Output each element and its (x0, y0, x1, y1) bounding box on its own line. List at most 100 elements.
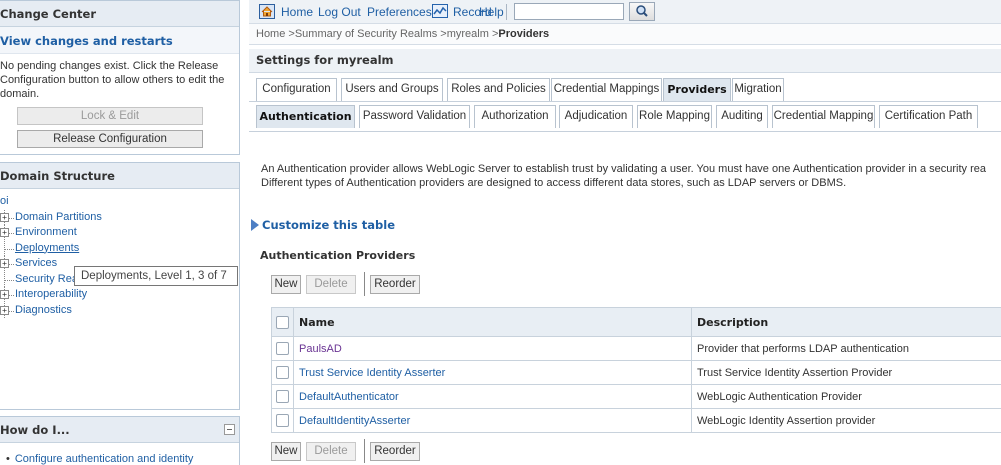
table-row: DefaultAuthenticator WebLogic Authenticat… (271, 384, 1001, 409)
tab-providers[interactable]: Providers (663, 78, 731, 101)
expand-icon[interactable]: + (0, 212, 9, 222)
expand-triangle-icon (251, 219, 259, 231)
tab-roles-and-policies[interactable]: Roles and Policies (447, 78, 550, 101)
record-icon[interactable] (432, 4, 448, 18)
help-link[interactable]: Help (479, 5, 504, 19)
subtab-certification-path[interactable]: Certification Path (879, 105, 978, 128)
breadcrumb: Home >Summary of Security Realms >myreal… (249, 24, 1001, 45)
breadcrumb-current: Providers (498, 28, 550, 40)
provider-name-link[interactable]: PaulsAD (299, 343, 342, 355)
how-do-i-list: Configure authentication and identity (0, 443, 239, 465)
delete-button[interactable]: Delete (306, 442, 356, 461)
tree-item-label[interactable]: Domain Partitions (15, 211, 102, 223)
top-toolbar: Home Log Out Preferences Record Help (249, 0, 1001, 24)
tree-item-environment[interactable]: + Environment (0, 225, 239, 241)
new-button[interactable]: New (271, 275, 301, 294)
provider-description: WebLogic Identity Assertion provider (691, 408, 1001, 433)
expand-icon[interactable]: + (0, 228, 9, 237)
search-icon (636, 5, 648, 17)
tree-item-diagnostics[interactable]: + Diagnostics (0, 302, 239, 319)
table-row: Trust Service Identity Asserter Trust Ser… (271, 360, 1001, 385)
logout-link[interactable]: Log Out (318, 5, 361, 19)
providers-table: Name Description PaulsAD Provider that pe… (271, 307, 1001, 433)
delete-button[interactable]: Delete (306, 275, 356, 294)
select-all-cell (271, 307, 294, 337)
home-icon[interactable] (259, 4, 275, 19)
table-header-row: Name Description (271, 307, 1001, 337)
subtab-password-validation[interactable]: Password Validation (359, 105, 470, 128)
page-title: Settings for myrealm (249, 49, 1001, 73)
subtab-role-mapping[interactable]: Role Mapping (637, 105, 712, 128)
tree-item-domain-partitions[interactable]: + Domain Partitions (0, 209, 239, 226)
tree-item-label[interactable]: Environment (15, 226, 77, 238)
expand-icon[interactable]: + (0, 305, 9, 315)
how-do-i-panel: How do I... Configure authentication and… (0, 416, 240, 465)
search-button[interactable] (629, 2, 655, 21)
description-line-2: Different types of Authentication provid… (261, 177, 847, 189)
home-link[interactable]: Home (281, 5, 313, 19)
main-content: Home Log Out Preferences Record Help Hom… (249, 0, 1001, 465)
table-row: PaulsAD Provider that performs LDAP authe… (271, 336, 1001, 361)
row-checkbox[interactable] (276, 342, 289, 355)
search-input[interactable] (514, 3, 624, 20)
tree-item-interoperability[interactable]: + Interoperability (0, 287, 239, 303)
subtab-auditing[interactable]: Auditing (716, 105, 768, 128)
tree-item-label[interactable]: Security Rea (15, 273, 78, 285)
select-all-checkbox[interactable] (276, 315, 289, 329)
row-checkbox[interactable] (276, 390, 289, 403)
change-center-title: Change Center (0, 1, 239, 27)
tree-item-label[interactable]: Interoperability (15, 288, 87, 300)
provider-description: Trust Service Identity Assertion Provide… (691, 360, 1001, 385)
subtab-adjudication[interactable]: Adjudication (559, 105, 633, 128)
provider-description: Provider that performs LDAP authenticati… (691, 336, 1001, 361)
collapse-icon[interactable] (224, 424, 235, 435)
table-title: Authentication Providers (260, 249, 416, 262)
toolbar-separator (506, 4, 507, 20)
expand-icon[interactable]: + (0, 290, 9, 299)
domain-tree: oi + Domain Partitions + Environment Deploym… (0, 189, 239, 318)
domain-structure-title: Domain Structure (0, 163, 239, 189)
lock-edit-button[interactable]: Lock & Edit (17, 107, 203, 125)
secondary-tabs: Authentication Password Validation Authori… (249, 105, 1001, 132)
view-changes-link[interactable]: View changes and restarts (0, 27, 239, 54)
provider-description: WebLogic Authentication Provider (691, 384, 1001, 409)
tab-configuration[interactable]: Configuration (256, 78, 337, 101)
table-buttons-top: New Delete Reorder (271, 272, 1001, 297)
subtab-credential-mapping[interactable]: Credential Mapping (772, 105, 875, 128)
customize-table-link[interactable]: Customize this table (251, 218, 395, 232)
provider-name-link[interactable]: Trust Service Identity Asserter (299, 367, 445, 379)
provider-name-link[interactable]: DefaultAuthenticator (299, 391, 399, 403)
tree-tooltip: Deployments, Level 1, 3 of 7 (74, 266, 238, 286)
table-buttons-bottom: New Delete Reorder (271, 439, 1001, 464)
subtab-authentication[interactable]: Authentication (256, 105, 355, 128)
tree-item-label[interactable]: Services (15, 257, 57, 269)
description-line-1: An Authentication provider allows WebLog… (261, 163, 986, 175)
row-checkbox[interactable] (276, 414, 289, 427)
provider-name-link[interactable]: DefaultIdentityAsserter (299, 415, 410, 427)
column-header-description[interactable]: Description (691, 307, 1001, 337)
tree-root[interactable]: oi (0, 194, 239, 210)
tree-item-label[interactable]: Deployments (15, 242, 79, 254)
domain-structure-panel: Domain Structure oi + Domain Partitions + E… (0, 162, 240, 410)
tab-migration[interactable]: Migration (732, 78, 784, 101)
column-header-name[interactable]: Name (293, 307, 692, 337)
left-sidebar: Change Center View changes and restarts … (0, 0, 243, 465)
breadcrumb-path[interactable]: Home >Summary of Security Realms >myreal… (256, 28, 498, 40)
row-checkbox[interactable] (276, 366, 289, 379)
tab-credential-mappings[interactable]: Credential Mappings (551, 78, 662, 101)
how-do-i-title: How do I... (0, 417, 239, 443)
tree-item-label[interactable]: Diagnostics (15, 304, 72, 316)
reorder-button[interactable]: Reorder (370, 442, 420, 461)
new-button[interactable]: New (271, 442, 301, 461)
subtab-authorization[interactable]: Authorization (474, 105, 556, 128)
release-configuration-button[interactable]: Release Configuration (17, 130, 203, 148)
tree-item-deployments[interactable]: Deployments (0, 240, 239, 257)
customize-table-label: Customize this table (262, 218, 395, 232)
reorder-button[interactable]: Reorder (370, 275, 420, 294)
primary-tabs: Configuration Users and Groups Roles and P… (249, 78, 1001, 105)
change-center-message: No pending changes exist. Click the Rele… (0, 60, 225, 100)
tab-users-and-groups[interactable]: Users and Groups (341, 78, 443, 101)
preferences-link[interactable]: Preferences (367, 5, 432, 19)
expand-icon[interactable]: + (0, 259, 9, 268)
how-do-i-item[interactable]: Configure authentication and identity (6, 453, 239, 465)
